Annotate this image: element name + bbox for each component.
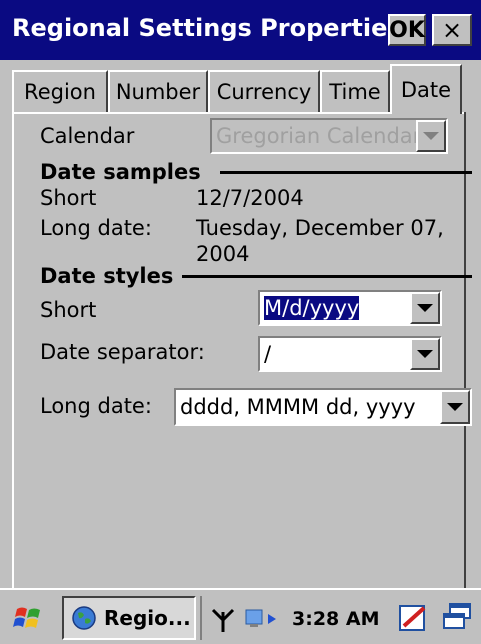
date-styles-heading: Date styles [40, 264, 174, 288]
close-button[interactable]: × [432, 14, 472, 46]
short-style-label: Short [40, 298, 97, 322]
date-separator-label: Date separator: [40, 340, 205, 364]
long-sample-value-line2: 2004 [196, 242, 250, 266]
date-styles-rule [182, 275, 472, 278]
chevron-down-icon[interactable] [410, 292, 440, 324]
network-icon[interactable] [244, 606, 286, 636]
tab-date[interactable]: Date [390, 64, 462, 114]
switch-window-icon[interactable] [440, 602, 474, 634]
date-samples-heading: Date samples [40, 160, 201, 184]
long-sample-label: Long date: [40, 216, 152, 240]
taskbar-app-button[interactable]: Regio... [62, 596, 196, 640]
tab-number[interactable]: Number [108, 70, 208, 112]
long-sample-value-line1: Tuesday, December 07, [196, 216, 444, 240]
start-button[interactable] [4, 596, 56, 640]
long-style-select[interactable]: dddd, MMMM dd, yyyy [174, 388, 472, 426]
calendar-select: Gregorian Calendar [210, 118, 448, 154]
antenna-icon[interactable] [210, 606, 236, 638]
panel-right-edge [464, 112, 466, 620]
ok-button[interactable]: OK [388, 14, 426, 46]
tab-time[interactable]: Time [320, 70, 390, 112]
long-style-value: dddd, MMMM dd, yyyy [180, 395, 416, 419]
short-sample-value: 12/7/2004 [196, 186, 304, 210]
close-icon: × [441, 16, 463, 44]
chevron-down-icon[interactable] [440, 390, 470, 424]
short-style-select[interactable]: M/d/yyyy [258, 290, 442, 326]
globe-icon [72, 606, 96, 630]
long-style-label: Long date: [40, 394, 152, 418]
calendar-value: Gregorian Calendar [216, 124, 416, 148]
date-samples-rule [220, 171, 472, 174]
tab-currency[interactable]: Currency [208, 70, 320, 112]
short-sample-label: Short [40, 186, 97, 210]
chevron-down-icon[interactable] [410, 338, 440, 370]
window-title: Regional Settings Properties [12, 14, 402, 42]
calendar-label: Calendar [40, 124, 135, 148]
tab-region[interactable]: Region [12, 70, 108, 112]
short-style-value: M/d/yyyy [262, 296, 361, 320]
date-separator-select[interactable]: / [258, 336, 442, 372]
taskbar-app-label: Regio... [104, 606, 191, 630]
date-separator-value: / [264, 342, 272, 366]
tray-separator [200, 596, 202, 640]
panel-left-edge [12, 112, 14, 620]
chevron-down-icon [416, 120, 446, 152]
start-flag-icon [13, 607, 40, 628]
clock[interactable]: 3:28 AM [292, 608, 380, 630]
input-panel-icon[interactable] [398, 602, 430, 634]
